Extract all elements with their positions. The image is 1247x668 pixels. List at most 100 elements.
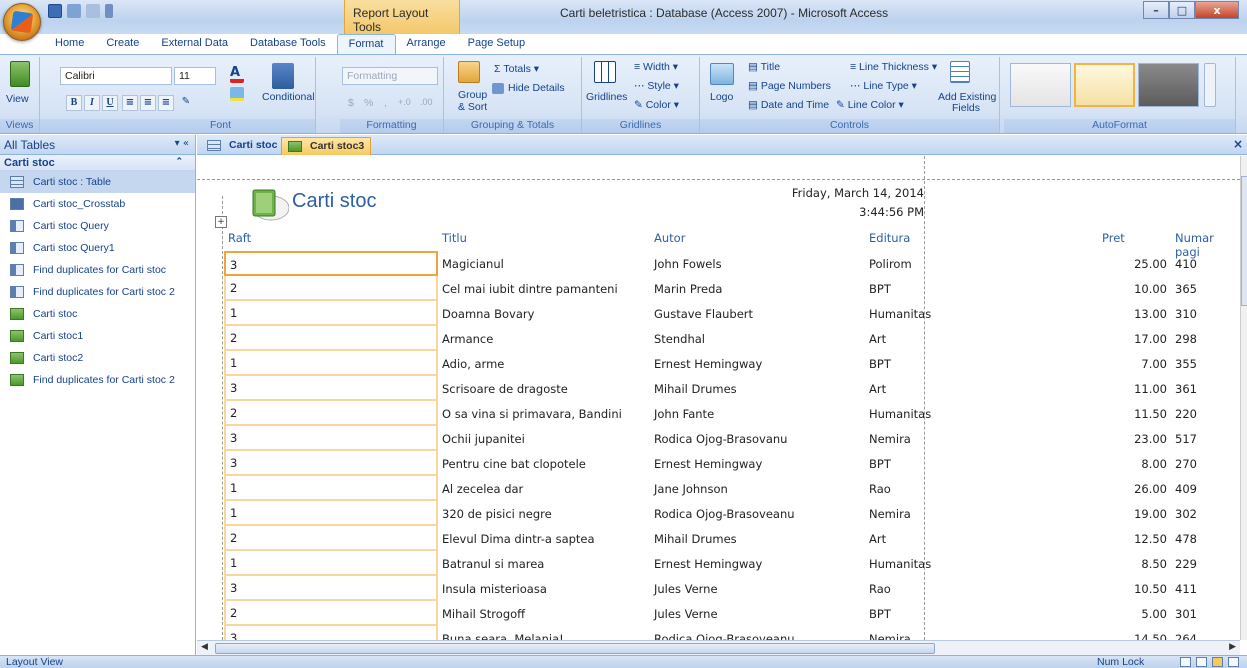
tab-carti-stoc[interactable]: Carti stoc bbox=[201, 137, 283, 155]
align-right-icon[interactable]: ≡ bbox=[158, 95, 174, 111]
cell-titlu[interactable]: Doamna Bovary bbox=[442, 307, 534, 321]
cell-pret[interactable]: 12.50 bbox=[1134, 532, 1167, 546]
nav-item[interactable]: Carti stoc Query bbox=[0, 215, 195, 237]
nav-item[interactable]: Carti stoc2 bbox=[0, 347, 195, 369]
tab-database-tools[interactable]: Database Tools bbox=[239, 34, 337, 54]
cell-titlu[interactable]: Al zecelea dar bbox=[442, 482, 523, 496]
column-header[interactable]: Autor bbox=[654, 231, 685, 245]
font-size-combo[interactable]: 11 bbox=[174, 67, 216, 85]
gridlines-button[interactable]: Gridlines bbox=[586, 91, 627, 103]
nav-header[interactable]: All Tables ▾ « bbox=[0, 135, 195, 155]
column-header[interactable]: Editura bbox=[869, 231, 910, 245]
cell-autor[interactable]: Rodica Ojog-Brasovanu bbox=[654, 432, 787, 446]
decrease-decimals-button[interactable]: .00 bbox=[420, 97, 433, 107]
cell-titlu[interactable]: Elevul Dima dintr-a saptea bbox=[442, 532, 595, 546]
nav-item[interactable]: Carti stoc : Table bbox=[0, 171, 195, 193]
cell-numar-pagi[interactable]: 302 bbox=[1175, 507, 1197, 521]
cell-numar-pagi[interactable]: 517 bbox=[1175, 432, 1197, 446]
cell-editura[interactable]: Nemira bbox=[869, 432, 911, 446]
cell-autor[interactable]: Ernest Hemingway bbox=[654, 457, 762, 471]
cell-titlu[interactable]: 320 de pisici negre bbox=[442, 507, 552, 521]
nav-group-header[interactable]: Carti stoc ⌃ bbox=[0, 155, 195, 171]
close-window-button[interactable]: x bbox=[1195, 1, 1239, 19]
cell-editura[interactable]: Nemira bbox=[869, 632, 911, 640]
cell-autor[interactable]: John Fante bbox=[654, 407, 714, 421]
scroll-left-icon[interactable]: ◀ bbox=[201, 642, 208, 652]
horizontal-scroll-thumb[interactable] bbox=[215, 643, 935, 654]
nav-item[interactable]: Find duplicates for Carti stoc 2 bbox=[0, 281, 195, 303]
tab-carti-stoc3[interactable]: Carti stoc3 bbox=[281, 137, 372, 155]
date-time-button[interactable]: ▤ Date and Time bbox=[748, 99, 829, 111]
tab-page-setup[interactable]: Page Setup bbox=[457, 34, 537, 54]
cell-pret[interactable]: 25.00 bbox=[1134, 257, 1167, 271]
conditional-format-icon[interactable] bbox=[272, 63, 294, 89]
report-time[interactable]: 3:44:56 PM bbox=[742, 205, 924, 219]
cell-pret[interactable]: 10.00 bbox=[1134, 282, 1167, 296]
hide-details-button[interactable]: Hide Details bbox=[508, 82, 565, 94]
cell-numar-pagi[interactable]: 270 bbox=[1175, 457, 1197, 471]
cell-editura[interactable]: Rao bbox=[869, 482, 891, 496]
cell-editura[interactable]: BPT bbox=[869, 282, 891, 296]
font-name-combo[interactable]: Calibri bbox=[60, 67, 172, 85]
italic-button[interactable]: I bbox=[84, 95, 100, 111]
cell-autor[interactable]: Jules Verne bbox=[654, 582, 718, 596]
cell-pret[interactable]: 8.00 bbox=[1141, 457, 1167, 471]
underline-button[interactable]: U bbox=[102, 95, 118, 111]
autoformat-style-3[interactable] bbox=[1138, 63, 1199, 107]
percent-button[interactable]: % bbox=[364, 97, 373, 109]
cell-titlu[interactable]: Cel mai iubit dintre pamanteni bbox=[442, 282, 618, 296]
cell-editura[interactable]: Polirom bbox=[869, 257, 912, 271]
cell-autor[interactable]: Jane Johnson bbox=[654, 482, 728, 496]
color-button[interactable]: ✎ Color ▾ bbox=[634, 99, 679, 111]
format-painter-icon[interactable]: ✎ bbox=[178, 95, 194, 111]
nav-item[interactable]: Carti stoc_Crosstab bbox=[0, 193, 195, 215]
title-button[interactable]: ▤ Title bbox=[748, 61, 780, 73]
layout-view-icon[interactable] bbox=[1212, 657, 1223, 667]
cell-numar-pagi[interactable]: 264 bbox=[1175, 632, 1197, 640]
group-sort-label-2[interactable]: & Sort bbox=[458, 101, 487, 113]
chevron-up-icon[interactable]: ⌃ bbox=[175, 156, 183, 167]
horizontal-scrollbar[interactable]: ◀ ▶ bbox=[197, 640, 1240, 655]
cell-editura[interactable]: Rao bbox=[869, 582, 891, 596]
cell-pret[interactable]: 11.00 bbox=[1134, 382, 1167, 396]
nav-item[interactable]: Carti stoc Query1 bbox=[0, 237, 195, 259]
cell-numar-pagi[interactable]: 409 bbox=[1175, 482, 1197, 496]
cell-editura[interactable]: Humanitas bbox=[869, 407, 931, 421]
cell-autor[interactable]: John Fowels bbox=[654, 257, 722, 271]
cell-numar-pagi[interactable]: 229 bbox=[1175, 557, 1197, 571]
bold-button[interactable]: B bbox=[66, 95, 82, 111]
cell-titlu[interactable]: Adio, arme bbox=[442, 357, 504, 371]
fill-color-icon[interactable] bbox=[230, 87, 244, 101]
cell-autor[interactable]: Marin Preda bbox=[654, 282, 722, 296]
customize-qat-icon[interactable] bbox=[105, 4, 113, 18]
cell-titlu[interactable]: O sa vina si primavara, Bandini bbox=[442, 407, 622, 421]
autoformat-scroll[interactable] bbox=[1204, 63, 1216, 107]
column-header[interactable]: Titlu bbox=[442, 231, 467, 245]
font-color-icon[interactable]: A bbox=[230, 65, 244, 83]
style-button[interactable]: ⋯ Style ▾ bbox=[634, 80, 679, 92]
autoformat-style-2[interactable] bbox=[1074, 63, 1135, 107]
cell-numar-pagi[interactable]: 310 bbox=[1175, 307, 1197, 321]
report-logo-icon[interactable] bbox=[247, 186, 289, 224]
cell-editura[interactable]: Humanitas bbox=[869, 557, 931, 571]
cell-titlu[interactable]: Armance bbox=[442, 332, 493, 346]
view-button[interactable]: View bbox=[6, 93, 29, 105]
cell-pret[interactable]: 10.50 bbox=[1134, 582, 1167, 596]
line-type-button[interactable]: ⋯ Line Type ▾ bbox=[850, 80, 917, 92]
cell-pret[interactable]: 5.00 bbox=[1141, 607, 1167, 621]
scroll-right-icon[interactable]: ▶ bbox=[1229, 642, 1236, 652]
tab-create[interactable]: Create bbox=[95, 34, 150, 54]
cell-titlu[interactable]: Batranul si marea bbox=[442, 557, 544, 571]
cell-pret[interactable]: 14.50 bbox=[1134, 632, 1167, 640]
cell-numar-pagi[interactable]: 411 bbox=[1175, 582, 1197, 596]
cell-numar-pagi[interactable]: 355 bbox=[1175, 357, 1197, 371]
page-numbers-button[interactable]: ▤ Page Numbers bbox=[748, 80, 831, 92]
column-header[interactable]: Pret bbox=[1102, 231, 1125, 245]
print-preview-icon[interactable] bbox=[1196, 657, 1207, 667]
cell-pret[interactable]: 23.00 bbox=[1134, 432, 1167, 446]
increase-decimals-button[interactable]: +.0 bbox=[398, 97, 411, 107]
cell-pret[interactable]: 26.00 bbox=[1134, 482, 1167, 496]
cell-autor[interactable]: Jules Verne bbox=[654, 607, 718, 621]
tab-home[interactable]: Home bbox=[44, 34, 95, 54]
report-title[interactable]: Carti stoc bbox=[292, 190, 376, 213]
